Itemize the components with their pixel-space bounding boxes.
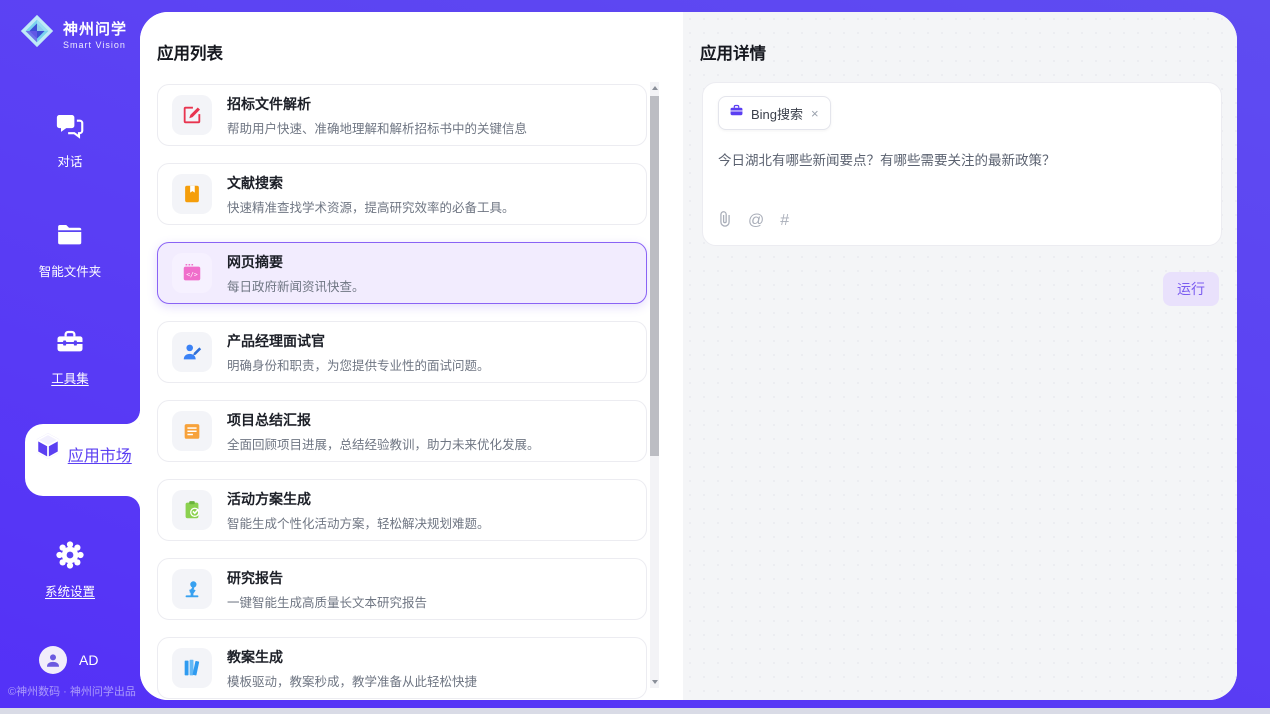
sidebar-item-label: 对话 bbox=[0, 151, 140, 170]
briefcase-icon bbox=[729, 103, 744, 123]
main-content: 应用列表 招标文件解析 帮助用户快速、准确地理解和解析招标书中的关键信息 bbox=[140, 12, 1237, 700]
app-title: 活动方案生成 bbox=[227, 489, 490, 509]
app-title: 网页摘要 bbox=[227, 252, 365, 272]
hash-icon[interactable]: # bbox=[780, 212, 789, 230]
tool-tag-bing-search[interactable]: Bing搜索 × bbox=[718, 96, 831, 130]
app-title: 项目总结汇报 bbox=[227, 410, 540, 430]
app-title: 产品经理面试官 bbox=[227, 331, 490, 351]
app-window: 神州问学 Smart Vision 对话 智能文件夹 bbox=[0, 0, 1270, 708]
query-text[interactable]: 今日湖北有哪些新闻要点？有哪些需要关注的最新政策？ bbox=[718, 151, 1206, 171]
list-item-pm-interviewer[interactable]: 产品经理面试官 明确身份和职责，为您提供专业性的面试问题。 bbox=[157, 321, 647, 383]
scroll-down-icon[interactable] bbox=[650, 676, 659, 688]
app-desc: 帮助用户快速、准确地理解和解析招标书中的关键信息 bbox=[227, 118, 527, 137]
attachment-toolbar: @ # bbox=[718, 210, 1206, 232]
tool-tag-label: Bing搜索 bbox=[751, 104, 803, 123]
literature-search-icon bbox=[172, 174, 212, 214]
app-title: 文献搜索 bbox=[227, 173, 515, 193]
scrollbar-thumb[interactable] bbox=[650, 96, 659, 456]
app-title: 教案生成 bbox=[227, 647, 477, 667]
list-item-web-summary[interactable]: </> 网页摘要 每日政府新闻资讯快查。 bbox=[157, 242, 647, 304]
sidebar-item-app-market[interactable]: 应用市场 bbox=[25, 424, 140, 496]
app-title: 招标文件解析 bbox=[227, 94, 527, 114]
paperclip-icon[interactable] bbox=[718, 210, 732, 232]
lesson-plan-icon bbox=[172, 648, 212, 688]
list-scrollbar[interactable] bbox=[650, 82, 659, 688]
web-summary-icon: </> bbox=[172, 253, 212, 293]
list-item-literature-search[interactable]: 文献搜索 快速精准查找学术资源，提高研究效率的必备工具。 bbox=[157, 163, 647, 225]
app-desc: 智能生成个性化活动方案，轻松解决规划难题。 bbox=[227, 513, 490, 532]
sidebar-item-label: 系统设置 bbox=[0, 581, 140, 600]
svg-text:</>: </> bbox=[186, 270, 198, 278]
sidebar: 神州问学 Smart Vision 对话 智能文件夹 bbox=[0, 0, 140, 708]
scroll-up-icon[interactable] bbox=[650, 82, 659, 94]
sidebar-item-label: 应用市场 bbox=[68, 448, 132, 465]
pm-interviewer-icon bbox=[172, 332, 212, 372]
tender-parse-icon bbox=[172, 95, 212, 135]
app-desc: 模板驱动，教案秒成，教学准备从此轻松快捷 bbox=[227, 671, 477, 690]
gear-icon bbox=[55, 540, 85, 575]
list-item-project-report[interactable]: 项目总结汇报 全面回顾项目进展，总结经验教训，助力未来优化发展。 bbox=[157, 400, 647, 462]
cube-icon bbox=[33, 448, 67, 465]
sidebar-item-label: 工具集 bbox=[0, 368, 140, 387]
run-button[interactable]: 运行 bbox=[1163, 272, 1219, 306]
app-desc: 全面回顾项目进展，总结经验教训，助力未来优化发展。 bbox=[227, 434, 540, 453]
app-desc: 一键智能生成高质量长文本研究报告 bbox=[227, 592, 427, 611]
list-item-event-plan[interactable]: 活动方案生成 智能生成个性化活动方案，轻松解决规划难题。 bbox=[157, 479, 647, 541]
brand-tagline: Smart Vision bbox=[63, 40, 127, 50]
app-list: 招标文件解析 帮助用户快速、准确地理解和解析招标书中的关键信息 文献搜索 快速精… bbox=[157, 84, 647, 699]
brand-logo: 神州问学 Smart Vision bbox=[18, 12, 127, 55]
avatar bbox=[39, 646, 67, 674]
list-item-lesson-plan[interactable]: 教案生成 模板驱动，教案秒成，教学准备从此轻松快捷 bbox=[157, 637, 647, 699]
diamond-logo-icon bbox=[18, 12, 56, 55]
app-desc: 每日政府新闻资讯快查。 bbox=[227, 276, 365, 295]
close-icon[interactable]: × bbox=[810, 106, 820, 121]
app-list-panel: 应用列表 招标文件解析 帮助用户快速、准确地理解和解析招标书中的关键信息 bbox=[140, 12, 683, 700]
sidebar-item-chat[interactable]: 对话 bbox=[0, 110, 140, 170]
sidebar-item-toolset[interactable]: 工具集 bbox=[0, 327, 140, 387]
mention-icon[interactable]: @ bbox=[748, 212, 764, 230]
toolbox-icon bbox=[55, 327, 85, 362]
app-title: 研究报告 bbox=[227, 568, 427, 588]
copyright-text: ©神州数码 · 神州问学出品 bbox=[8, 683, 136, 699]
folder-icon bbox=[55, 220, 85, 255]
sidebar-item-settings[interactable]: 系统设置 bbox=[0, 540, 140, 600]
app-desc: 明确身份和职责，为您提供专业性的面试问题。 bbox=[227, 355, 490, 374]
sidebar-item-label: 智能文件夹 bbox=[0, 261, 140, 280]
chat-icon bbox=[55, 110, 85, 145]
app-desc: 快速精准查找学术资源，提高研究效率的必备工具。 bbox=[227, 197, 515, 216]
sidebar-item-smart-folder[interactable]: 智能文件夹 bbox=[0, 220, 140, 280]
person-icon bbox=[44, 651, 62, 669]
user-account[interactable]: AD bbox=[39, 646, 98, 674]
app-list-title: 应用列表 bbox=[157, 40, 223, 64]
user-name: AD bbox=[79, 652, 98, 668]
prompt-card[interactable]: Bing搜索 × 今日湖北有哪些新闻要点？有哪些需要关注的最新政策？ @ # bbox=[702, 82, 1222, 246]
research-report-icon bbox=[172, 569, 212, 609]
brand-name: 神州问学 bbox=[63, 18, 127, 39]
app-detail-panel: 应用详情 Bing搜索 × 今日湖北有哪些新闻要点？有哪些需要关注的最新政策？ bbox=[683, 12, 1237, 700]
list-item-research-report[interactable]: 研究报告 一键智能生成高质量长文本研究报告 bbox=[157, 558, 647, 620]
list-item-tender-parse[interactable]: 招标文件解析 帮助用户快速、准确地理解和解析招标书中的关键信息 bbox=[157, 84, 647, 146]
app-detail-title: 应用详情 bbox=[700, 40, 766, 64]
event-plan-icon bbox=[172, 490, 212, 530]
project-report-icon bbox=[172, 411, 212, 451]
